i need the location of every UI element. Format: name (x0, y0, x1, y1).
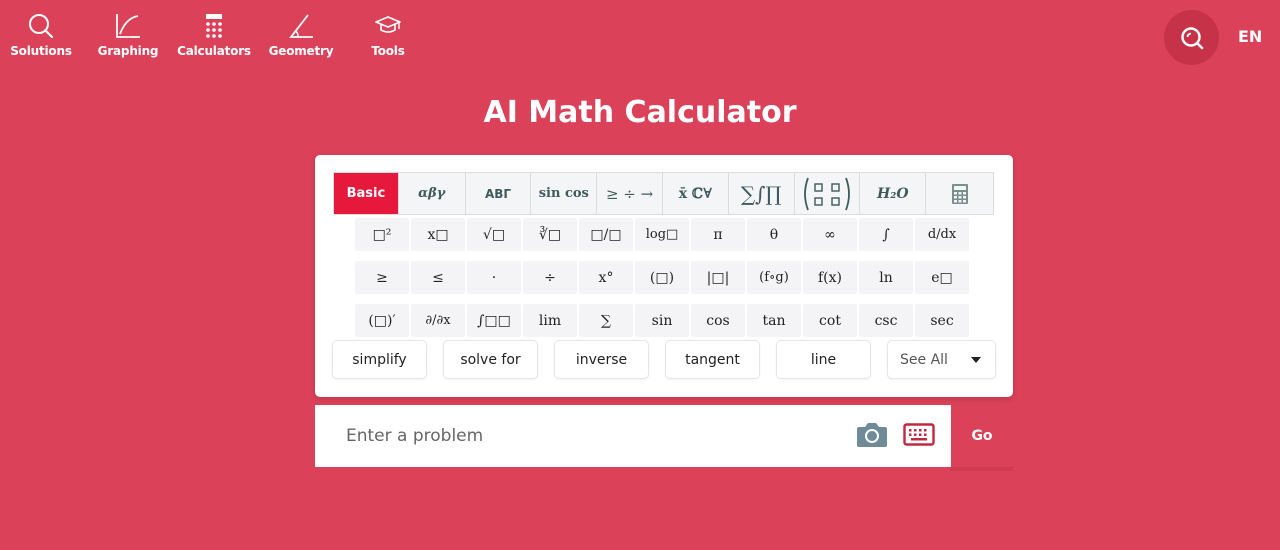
key-log[interactable]: log□ (635, 218, 689, 251)
key-geq[interactable]: ≥ (355, 261, 409, 294)
top-nav: Solutions Graphing Calculators Geometry … (0, 0, 1280, 80)
nav-graphing-label: Graphing (97, 44, 159, 58)
tab-matrix[interactable] (795, 173, 861, 214)
see-all-dropdown[interactable]: See All (887, 340, 996, 379)
tab-operators[interactable]: ≥ ÷ → (597, 173, 663, 214)
graph-icon (116, 14, 140, 38)
op-simplify[interactable]: simplify (332, 340, 427, 379)
nav-tools[interactable]: Tools (343, 12, 433, 58)
nav-tools-label: Tools (371, 44, 405, 58)
op-solve-for[interactable]: solve for (443, 340, 538, 379)
key-function[interactable]: f(x) (803, 261, 857, 294)
tab-greek-upper[interactable]: ΑΒΓ (466, 173, 532, 214)
tab-greek-lower[interactable]: αβγ (399, 173, 466, 214)
key-limit[interactable]: lim (523, 304, 577, 337)
key-degree[interactable]: x° (579, 261, 633, 294)
key-cot[interactable]: cot (803, 304, 857, 337)
tab-basic[interactable]: Basic (334, 173, 399, 214)
math-keypad-panel: Basic αβγ ΑΒΓ sin cos ≥ ÷ → x̄ ℂ∀ ∑∫∏ H₂… (315, 155, 1013, 397)
graduation-cap-icon (375, 16, 401, 33)
calculator-icon (206, 14, 222, 38)
key-divide[interactable]: ÷ (523, 261, 577, 294)
matrix-icon (804, 177, 850, 210)
key-theta[interactable]: θ (747, 218, 801, 251)
key-square[interactable]: □² (355, 218, 409, 251)
key-absolute[interactable]: |□| (691, 261, 745, 294)
key-ln[interactable]: ln (859, 261, 913, 294)
key-tan[interactable]: tan (747, 304, 801, 337)
key-prime[interactable]: (□)′ (355, 304, 409, 337)
keypad-tabs: Basic αβγ ΑΒΓ sin cos ≥ ÷ → x̄ ℂ∀ ∑∫∏ H₂… (333, 172, 994, 215)
nav-calculators-label: Calculators (177, 44, 251, 58)
operation-buttons: simplify solve for inverse tangent line … (332, 340, 996, 379)
angle-icon (289, 14, 313, 38)
keypad-row-3: (□)′ ∂/∂x ∫□□ lim ∑ sin cos tan cot csc … (355, 304, 971, 337)
key-cdot[interactable]: · (467, 261, 521, 294)
keypad-row-1: □² x□ √□ ∛□ □/□ log□ π θ ∞ ∫ d/dx (355, 218, 971, 251)
op-line[interactable]: line (776, 340, 871, 379)
nav-calculators[interactable]: Calculators (169, 12, 259, 58)
key-integral[interactable]: ∫ (859, 218, 913, 251)
calculator-icon (951, 183, 968, 204)
camera-icon[interactable] (856, 420, 888, 448)
key-csc[interactable]: csc (859, 304, 913, 337)
key-sum[interactable]: ∑ (579, 304, 633, 337)
problem-input[interactable] (315, 405, 845, 467)
key-cos[interactable]: cos (691, 304, 745, 337)
header-search-button[interactable] (1164, 10, 1219, 65)
nav-solutions-label: Solutions (10, 44, 72, 58)
nav-geometry-label: Geometry (268, 44, 334, 58)
op-inverse[interactable]: inverse (554, 340, 649, 379)
problem-input-bar: Go (315, 405, 1013, 467)
see-all-label: See All (900, 351, 948, 368)
tab-sets[interactable]: x̄ ℂ∀ (663, 173, 729, 214)
key-infinity[interactable]: ∞ (803, 218, 857, 251)
tab-chemistry[interactable]: H₂O (860, 173, 927, 214)
key-sec[interactable]: sec (915, 304, 969, 337)
tab-trig[interactable]: sin cos (531, 173, 598, 214)
keypad-grid: □² x□ √□ ∛□ □/□ log□ π θ ∞ ∫ d/dx ≥ ≤ · … (355, 218, 971, 347)
tab-calculator[interactable] (926, 173, 993, 214)
key-definite-integral[interactable]: ∫□□ (467, 304, 521, 337)
op-tangent[interactable]: tangent (665, 340, 760, 379)
search-icon (29, 14, 54, 39)
key-parentheses[interactable]: (□) (635, 261, 689, 294)
key-fraction[interactable]: □/□ (579, 218, 633, 251)
key-nth-root[interactable]: ∛□ (523, 218, 577, 251)
go-button[interactable]: Go (951, 405, 1013, 467)
key-composition[interactable]: (f∘g) (747, 261, 801, 294)
nav-graphing[interactable]: Graphing (83, 12, 173, 58)
search-icon (1180, 26, 1203, 49)
caret-down-icon (971, 356, 981, 363)
keyboard-icon[interactable] (903, 423, 935, 447)
key-leq[interactable]: ≤ (411, 261, 465, 294)
key-exp[interactable]: e□ (915, 261, 969, 294)
key-derivative[interactable]: d/dx (915, 218, 969, 251)
keypad-row-2: ≥ ≤ · ÷ x° (□) |□| (f∘g) f(x) ln e□ (355, 261, 971, 294)
nav-solutions[interactable]: Solutions (0, 12, 86, 58)
tab-calculus[interactable]: ∑∫∏ (729, 173, 795, 214)
key-sqrt[interactable]: √□ (467, 218, 521, 251)
page-title: AI Math Calculator (483, 95, 797, 130)
language-selector[interactable]: EN (1238, 27, 1262, 46)
key-pi[interactable]: π (691, 218, 745, 251)
nav-geometry[interactable]: Geometry (256, 12, 346, 58)
key-partial[interactable]: ∂/∂x (411, 304, 465, 337)
key-power[interactable]: x□ (411, 218, 465, 251)
key-sin[interactable]: sin (635, 304, 689, 337)
